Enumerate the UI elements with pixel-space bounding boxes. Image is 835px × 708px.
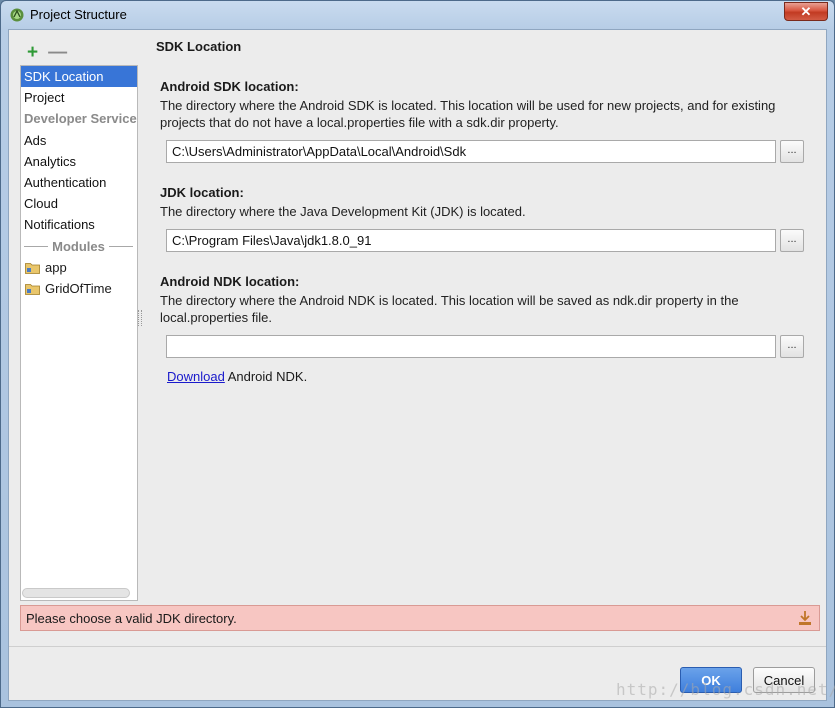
android-sdk-group: Android SDK location: The directory wher… bbox=[160, 79, 800, 131]
module-label: app bbox=[45, 260, 67, 275]
module-folder-icon bbox=[25, 283, 40, 295]
android-ndk-row: ... bbox=[166, 335, 804, 359]
splitter-handle[interactable] bbox=[138, 310, 142, 326]
close-button[interactable]: ✕ bbox=[784, 2, 828, 21]
add-icon[interactable]: + bbox=[27, 43, 38, 62]
page-title: SDK Location bbox=[156, 39, 242, 54]
sidebar-item-authentication[interactable]: Authentication bbox=[21, 172, 137, 193]
separator-line bbox=[108, 245, 134, 247]
android-ndk-group: Android NDK location: The directory wher… bbox=[160, 274, 800, 326]
android-sdk-title: Android SDK location: bbox=[160, 79, 299, 94]
sidebar-item-project[interactable]: Project bbox=[21, 87, 137, 108]
jdk-path-input[interactable] bbox=[166, 229, 776, 252]
window-title: Project Structure bbox=[30, 7, 127, 22]
download-icon[interactable] bbox=[798, 610, 812, 626]
sidebar-item-cloud[interactable]: Cloud bbox=[21, 193, 137, 214]
modules-separator: Modules bbox=[21, 235, 137, 257]
android-sdk-browse-button[interactable]: ... bbox=[780, 140, 804, 163]
jdk-title: JDK location: bbox=[160, 185, 244, 200]
android-sdk-description: The directory where the Android SDK is l… bbox=[160, 98, 776, 130]
android-ndk-path-input[interactable] bbox=[166, 335, 776, 358]
sidebar: SDK Location Project Developer Services … bbox=[20, 65, 138, 601]
watermark-text: http://blog.csdn.net/ bbox=[616, 680, 835, 699]
error-message: Please choose a valid JDK directory. bbox=[26, 610, 237, 626]
jdk-browse-button[interactable]: ... bbox=[780, 229, 804, 252]
sidebar-module-app[interactable]: app bbox=[21, 257, 137, 278]
project-structure-window: Project Structure ✕ + — SDK Location Pro… bbox=[0, 0, 835, 708]
sidebar-item-notifications[interactable]: Notifications bbox=[21, 214, 137, 235]
jdk-row: ... bbox=[166, 229, 804, 253]
android-sdk-path-input[interactable] bbox=[166, 140, 776, 163]
android-studio-icon bbox=[10, 8, 24, 22]
sidebar-item-ads[interactable]: Ads bbox=[21, 130, 137, 151]
footer-divider bbox=[9, 646, 826, 647]
module-label: GridOfTime bbox=[45, 281, 112, 296]
module-folder-icon bbox=[25, 262, 40, 274]
separator-line bbox=[24, 245, 49, 247]
sidebar-horizontal-scrollbar[interactable] bbox=[22, 588, 130, 598]
sidebar-toolbar: + — bbox=[27, 42, 67, 62]
download-ndk-link[interactable]: Download bbox=[167, 369, 225, 384]
download-ndk-line: Download Android NDK. bbox=[167, 369, 307, 384]
sidebar-module-gridoftime[interactable]: GridOfTime bbox=[21, 278, 137, 299]
sidebar-item-sdk-location[interactable]: SDK Location bbox=[21, 66, 137, 87]
android-ndk-description: The directory where the Android NDK is l… bbox=[160, 293, 739, 325]
error-banner: Please choose a valid JDK directory. bbox=[20, 605, 820, 631]
title-bar[interactable]: Project Structure ✕ bbox=[1, 1, 834, 29]
remove-icon[interactable]: — bbox=[48, 43, 67, 62]
sidebar-header-developer-services: Developer Services bbox=[24, 111, 137, 126]
android-ndk-browse-button[interactable]: ... bbox=[780, 335, 804, 358]
jdk-description: The directory where the Java Development… bbox=[160, 204, 526, 219]
download-ndk-suffix: Android NDK. bbox=[224, 369, 308, 384]
modules-header: Modules bbox=[52, 238, 105, 254]
dialog-body: + — SDK Location Project Developer Servi… bbox=[8, 29, 835, 701]
android-ndk-title: Android NDK location: bbox=[160, 274, 300, 289]
close-icon: ✕ bbox=[800, 3, 812, 19]
android-sdk-row: ... bbox=[166, 140, 804, 164]
sidebar-item-analytics[interactable]: Analytics bbox=[21, 151, 137, 172]
jdk-group: JDK location: The directory where the Ja… bbox=[160, 185, 800, 220]
